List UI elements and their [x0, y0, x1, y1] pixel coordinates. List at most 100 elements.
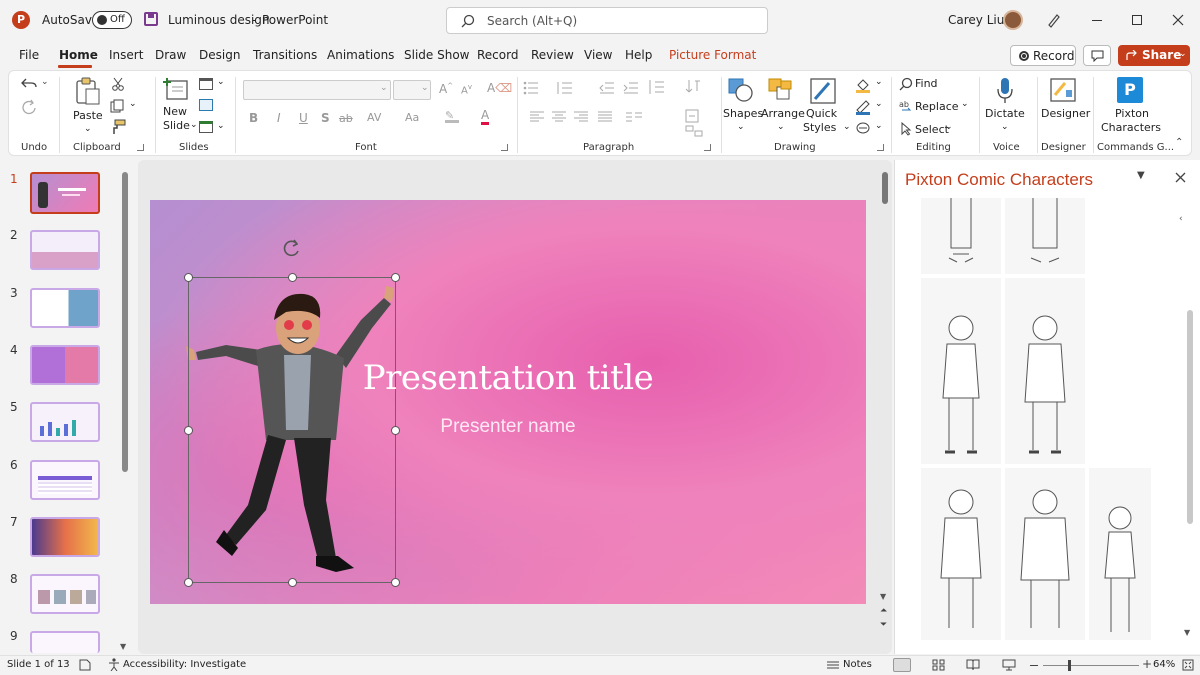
record-button[interactable]: Record: [1010, 45, 1076, 66]
zoom-in-icon[interactable]: +: [1142, 657, 1152, 671]
replace-dropdown-icon[interactable]: ⌄: [961, 99, 969, 109]
share-button[interactable]: Share ⌄: [1118, 45, 1190, 66]
notes-icon[interactable]: [826, 660, 840, 670]
zoom-level[interactable]: 64%: [1153, 659, 1175, 670]
character-tile[interactable]: [1089, 468, 1151, 640]
slide-thumbnail[interactable]: [30, 402, 100, 442]
resize-handle[interactable]: [184, 426, 193, 435]
shapes-button[interactable]: Shapes ⌄: [723, 75, 763, 137]
autosave-toggle[interactable]: Off: [92, 11, 132, 29]
clipboard-launcher-icon[interactable]: [137, 144, 144, 151]
next-slide-icon[interactable]: ⏷: [880, 620, 887, 630]
italic-button[interactable]: I: [277, 111, 281, 125]
numbering-icon[interactable]: [557, 81, 573, 95]
undo-dropdown-icon[interactable]: ⌄: [41, 77, 49, 87]
slide-thumbnail[interactable]: [30, 288, 100, 328]
slide-sorter-icon[interactable]: [932, 659, 945, 671]
shape-fill-icon[interactable]: [855, 77, 871, 93]
font-size-dropdown[interactable]: ⌄: [393, 80, 431, 100]
shape-fill-dropdown-icon[interactable]: ⌄: [875, 77, 883, 87]
avatar[interactable]: [1003, 10, 1023, 30]
slide-show-icon[interactable]: [1002, 659, 1016, 671]
minimize-icon[interactable]: [1092, 20, 1102, 21]
clear-format-icon[interactable]: A⌫: [487, 81, 512, 95]
bold-button[interactable]: B: [249, 111, 258, 125]
collapse-gallery-icon[interactable]: ‹: [1179, 214, 1183, 224]
paragraph-launcher-icon[interactable]: [704, 144, 711, 151]
accessibility-status[interactable]: Accessibility: Investigate: [123, 659, 246, 670]
close-pane-icon[interactable]: [1175, 172, 1186, 183]
character-tile[interactable]: [921, 198, 1001, 274]
font-launcher-icon[interactable]: [501, 144, 508, 151]
reading-view-icon[interactable]: [966, 659, 980, 671]
arrange-button[interactable]: Arrange ⌄: [761, 75, 805, 137]
pane-scrollbar[interactable]: [1187, 310, 1193, 524]
accessibility-icon[interactable]: [108, 658, 120, 671]
slide-canvas[interactable]: Presentation title Presenter name: [150, 200, 866, 604]
character-tile[interactable]: [1005, 468, 1085, 640]
zoom-out-icon[interactable]: [1030, 665, 1038, 666]
editor-scrollbar[interactable]: [882, 172, 888, 204]
resize-handle[interactable]: [391, 273, 400, 282]
reset-icon[interactable]: [199, 99, 213, 111]
align-left-icon[interactable]: [529, 111, 545, 123]
smartart-icon[interactable]: [685, 125, 703, 137]
resize-handle[interactable]: [184, 578, 193, 587]
text-direction-icon[interactable]: [685, 78, 701, 94]
tab-insert[interactable]: Insert: [109, 48, 143, 62]
resize-handle[interactable]: [184, 273, 193, 282]
tab-file[interactable]: File: [19, 48, 39, 62]
section-icon[interactable]: [199, 121, 213, 133]
slide-thumbnail[interactable]: [30, 172, 100, 214]
resize-handle[interactable]: [391, 578, 400, 587]
slide-title[interactable]: Presentation title: [350, 358, 666, 398]
replace-icon[interactable]: ab: [899, 99, 913, 113]
shape-effects-icon[interactable]: [855, 121, 871, 135]
highlighter-icon[interactable]: ✎: [445, 109, 459, 123]
slide-thumbnail[interactable]: [30, 631, 100, 653]
increase-indent-icon[interactable]: [623, 81, 639, 95]
pixton-characters-button[interactable]: P Pixton Characters: [1099, 75, 1161, 137]
close-icon[interactable]: [1172, 14, 1184, 26]
cut-icon[interactable]: [111, 77, 125, 91]
designer-button[interactable]: Designer: [1039, 75, 1090, 137]
previous-slide-icon[interactable]: ⏶: [880, 606, 887, 616]
grow-font-icon[interactable]: A^: [439, 82, 453, 96]
character-tile[interactable]: [1005, 198, 1085, 274]
thumbnails-scrollbar[interactable]: [122, 172, 128, 472]
underline-button[interactable]: U: [299, 111, 308, 125]
shape-outline-icon[interactable]: [855, 99, 871, 115]
character-tile[interactable]: [921, 278, 1001, 464]
character-tile[interactable]: [1005, 278, 1085, 464]
bullets-icon[interactable]: [523, 81, 539, 95]
tab-record[interactable]: Record: [477, 48, 518, 62]
resize-handle[interactable]: [288, 578, 297, 587]
columns-icon[interactable]: [625, 111, 643, 123]
char-spacing-button[interactable]: AV: [367, 111, 381, 124]
shape-effects-dropdown-icon[interactable]: ⌄: [875, 121, 883, 131]
scroll-down-icon[interactable]: ▼: [880, 592, 886, 601]
spell-check-icon[interactable]: [79, 659, 91, 671]
new-slide-button[interactable]: New Slide ⌄: [159, 75, 198, 137]
tab-home[interactable]: Home: [59, 48, 98, 62]
paste-button[interactable]: Paste ⌄: [71, 75, 105, 137]
select-dropdown-icon[interactable]: ⌄: [945, 122, 953, 132]
layout-dropdown-icon[interactable]: ⌄: [217, 77, 225, 87]
copy-dropdown-icon[interactable]: ⌄: [129, 99, 137, 109]
tab-picture-format[interactable]: Picture Format: [669, 48, 756, 62]
drawing-launcher-icon[interactable]: [877, 144, 884, 151]
find-button[interactable]: Find: [915, 77, 938, 90]
section-dropdown-icon[interactable]: ⌄: [217, 121, 225, 131]
strikethrough-button[interactable]: ab: [339, 112, 353, 125]
pane-options-icon[interactable]: ▼: [1137, 170, 1145, 181]
layout-icon[interactable]: [199, 78, 213, 90]
replace-button[interactable]: Replace: [915, 100, 959, 113]
dictate-button[interactable]: Dictate ⌄: [985, 75, 1025, 137]
save-icon[interactable]: [144, 12, 158, 26]
search-box[interactable]: Search (Alt+Q): [446, 7, 768, 34]
align-right-icon[interactable]: [573, 111, 589, 123]
slide-thumbnail[interactable]: [30, 574, 100, 614]
font-color-button[interactable]: A: [481, 109, 490, 125]
tab-review[interactable]: Review: [531, 48, 574, 62]
rotate-handle-icon[interactable]: [282, 238, 302, 258]
